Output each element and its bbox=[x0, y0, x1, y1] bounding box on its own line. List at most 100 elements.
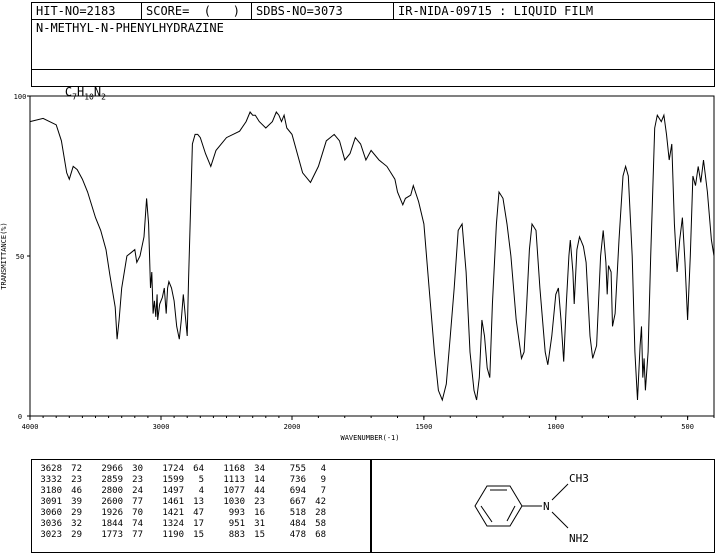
peak-transmittance: 32 bbox=[71, 519, 82, 529]
peak-wavenumber: 3091 bbox=[40, 497, 62, 507]
peak-transmittance: 24 bbox=[132, 486, 143, 496]
peak-transmittance: 47 bbox=[193, 508, 204, 518]
x-tick-label: 1500 bbox=[415, 423, 432, 431]
benzene-ring bbox=[474, 485, 523, 527]
peak-transmittance: 5 bbox=[198, 475, 204, 485]
peak-wavenumber: 1844 bbox=[101, 519, 123, 529]
y-tick-label: 100 bbox=[14, 93, 27, 101]
peak-transmittance: 44 bbox=[254, 486, 265, 496]
amine-label: NH2 bbox=[569, 532, 589, 545]
y-axis-label: TRANSMITTANCE(%) bbox=[0, 222, 8, 289]
peak-wavenumber: 883 bbox=[228, 530, 245, 540]
peak-wavenumber: 1190 bbox=[162, 530, 184, 540]
peak-transmittance: 13 bbox=[193, 497, 204, 507]
peak-transmittance: 64 bbox=[193, 464, 204, 474]
peak-transmittance: 77 bbox=[132, 530, 143, 540]
peak-row: 3180 46 2800 24 1497 4 1077 44 694 7 bbox=[36, 486, 341, 497]
methyl-label: CH3 bbox=[569, 472, 589, 485]
peak-row: 3332 23 2859 23 1599 5 1113 14 736 9 bbox=[36, 475, 341, 486]
peak-transmittance: 30 bbox=[132, 464, 143, 474]
peak-transmittance: 29 bbox=[71, 508, 82, 518]
peak-wavenumber: 2966 bbox=[101, 464, 123, 474]
peak-transmittance: 70 bbox=[132, 508, 143, 518]
peak-row: 3091 39 2600 77 1461 13 1030 23 667 42 bbox=[36, 497, 341, 508]
structure-box: N CH3 NH2 bbox=[371, 459, 715, 553]
peak-wavenumber: 1461 bbox=[162, 497, 184, 507]
nitrogen-label: N bbox=[543, 500, 550, 513]
peak-wavenumber: 2600 bbox=[101, 497, 123, 507]
peak-transmittance: 4 bbox=[320, 464, 326, 474]
peak-wavenumber: 755 bbox=[289, 464, 306, 474]
peak-transmittance: 74 bbox=[132, 519, 143, 529]
peak-transmittance: 23 bbox=[254, 497, 265, 507]
peak-transmittance: 14 bbox=[254, 475, 265, 485]
plot-frame bbox=[29, 95, 715, 417]
x-tick-label: 1000 bbox=[547, 423, 564, 431]
peak-wavenumber: 1497 bbox=[162, 486, 184, 496]
x-tick-label: 2000 bbox=[284, 423, 301, 431]
peak-row: 3060 29 1926 70 1421 47 993 16 518 28 bbox=[36, 508, 341, 519]
peak-transmittance: 23 bbox=[132, 475, 143, 485]
peak-row: 3023 29 1773 77 1190 15 883 15 478 68 bbox=[36, 530, 341, 541]
peak-wavenumber: 3036 bbox=[40, 519, 62, 529]
x-tick-label: 3000 bbox=[153, 423, 170, 431]
peak-table: 3628 72 2966 30 1724 64 1168 34 755 4 3332 23 2859 23… bbox=[36, 464, 341, 541]
peak-wavenumber: 1926 bbox=[101, 508, 123, 518]
peak-transmittance: 39 bbox=[71, 497, 82, 507]
peak-transmittance: 15 bbox=[254, 530, 265, 540]
peak-wavenumber: 1030 bbox=[223, 497, 245, 507]
peak-wavenumber: 3180 bbox=[40, 486, 62, 496]
spectrum-line bbox=[29, 111, 715, 402]
x-axis-label: WAVENUMBER(-1) bbox=[340, 434, 399, 442]
peak-transmittance: 42 bbox=[315, 497, 326, 507]
peak-wavenumber: 667 bbox=[289, 497, 306, 507]
peak-wavenumber: 1724 bbox=[162, 464, 184, 474]
peak-transmittance: 31 bbox=[254, 519, 265, 529]
peak-transmittance: 72 bbox=[71, 464, 82, 474]
peak-transmittance: 68 bbox=[315, 530, 326, 540]
peak-wavenumber: 1168 bbox=[223, 464, 245, 474]
n-n-bond bbox=[551, 511, 569, 529]
peak-wavenumber: 993 bbox=[228, 508, 245, 518]
peak-wavenumber: 484 bbox=[289, 519, 306, 529]
peak-wavenumber: 694 bbox=[289, 486, 306, 496]
peak-wavenumber: 3060 bbox=[40, 508, 62, 518]
peak-wavenumber: 1077 bbox=[223, 486, 245, 496]
peak-transmittance: 77 bbox=[132, 497, 143, 507]
ir-spectrum-chart: 4000 3000 2000 1500 1000 500 0 50 100 WAVENUMBER… bbox=[0, 93, 715, 442]
n-methyl-bond bbox=[551, 483, 569, 501]
peak-wavenumber: 736 bbox=[289, 475, 306, 485]
peak-wavenumber: 478 bbox=[289, 530, 306, 540]
peak-wavenumber: 1113 bbox=[223, 475, 245, 485]
peak-transmittance: 17 bbox=[193, 519, 204, 529]
peak-transmittance: 4 bbox=[198, 486, 204, 496]
peak-wavenumber: 1599 bbox=[162, 475, 184, 485]
peak-transmittance: 29 bbox=[71, 530, 82, 540]
peak-wavenumber: 518 bbox=[289, 508, 306, 518]
peak-wavenumber: 951 bbox=[228, 519, 245, 529]
peak-transmittance: 16 bbox=[254, 508, 265, 518]
peak-row: 3036 32 1844 74 1324 17 951 31 484 58 bbox=[36, 519, 341, 530]
peak-wavenumber: 1421 bbox=[162, 508, 184, 518]
molecular-structure: N CH3 NH2 bbox=[474, 472, 589, 545]
peak-wavenumber: 3628 bbox=[40, 464, 62, 474]
peak-transmittance: 15 bbox=[193, 530, 204, 540]
peak-wavenumber: 2859 bbox=[101, 475, 123, 485]
peak-transmittance: 58 bbox=[315, 519, 326, 529]
peak-wavenumber: 1773 bbox=[101, 530, 123, 540]
x-tick-label: 4000 bbox=[22, 423, 39, 431]
peak-wavenumber: 3023 bbox=[40, 530, 62, 540]
peak-transmittance: 23 bbox=[71, 475, 82, 485]
peak-transmittance: 7 bbox=[320, 486, 326, 496]
y-tick-label: 0 bbox=[18, 413, 22, 421]
peak-row: 3628 72 2966 30 1724 64 1168 34 755 4 bbox=[36, 464, 341, 475]
peak-wavenumber: 3332 bbox=[40, 475, 62, 485]
peak-table-box: 3628 72 2966 30 1724 64 1168 34 755 4 3332 23 2859 23… bbox=[31, 459, 371, 553]
x-tick-label: 500 bbox=[681, 423, 694, 431]
peak-wavenumber: 1324 bbox=[162, 519, 184, 529]
peak-transmittance: 46 bbox=[71, 486, 82, 496]
peak-wavenumber: 2800 bbox=[101, 486, 123, 496]
peak-transmittance: 9 bbox=[320, 475, 326, 485]
peak-transmittance: 28 bbox=[315, 508, 326, 518]
peak-transmittance: 34 bbox=[254, 464, 265, 474]
